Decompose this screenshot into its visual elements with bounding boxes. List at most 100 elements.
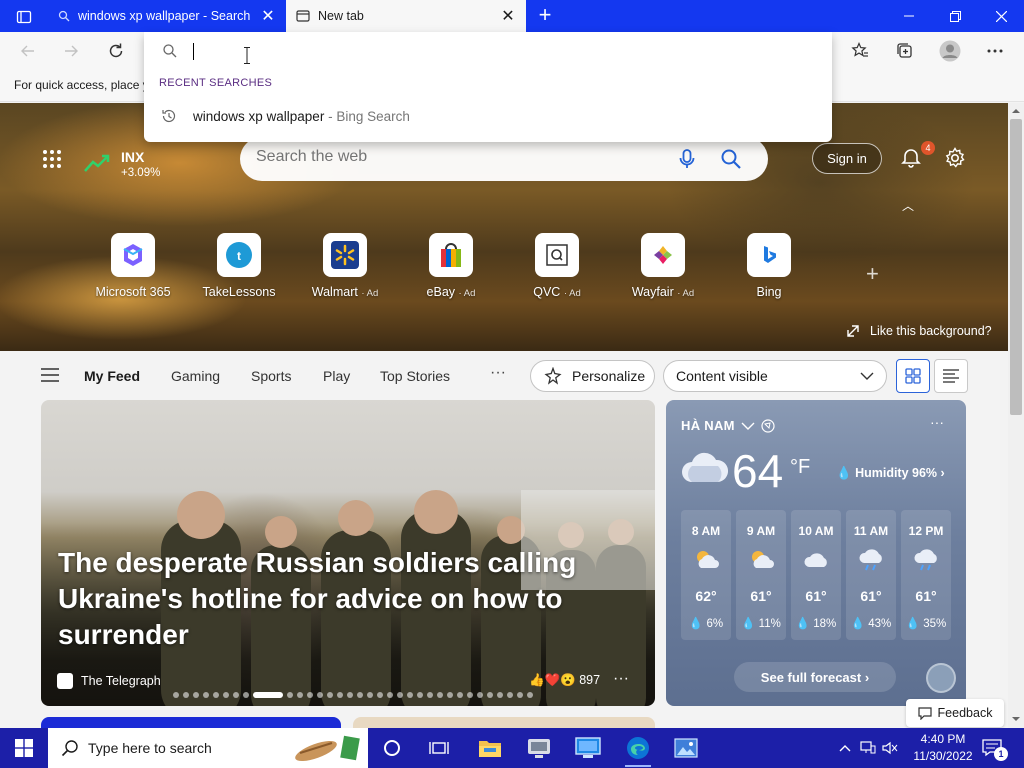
- quick-link-ebay[interactable]: eBay · Ad: [396, 233, 506, 303]
- recent-search-item[interactable]: windows xp wallpaper - Bing Search: [144, 102, 832, 130]
- carousel-dot[interactable]: [357, 692, 363, 698]
- locate-globe-icon[interactable]: [761, 418, 775, 433]
- carousel-dot[interactable]: [507, 692, 513, 698]
- nav-sports[interactable]: Sports: [251, 368, 291, 384]
- carousel-dot[interactable]: [317, 692, 323, 698]
- feedback-button[interactable]: Feedback: [906, 699, 1004, 727]
- notifications-bell-icon[interactable]: [900, 146, 922, 168]
- taskbar-search-box[interactable]: Type here to search: [48, 728, 368, 768]
- see-full-forecast-button[interactable]: See full forecast ›: [734, 662, 896, 692]
- carousel-dot[interactable]: [337, 692, 343, 698]
- show-hidden-icons-chevron-icon[interactable]: [838, 743, 852, 753]
- humidity-link[interactable]: 💧 Humidity 96% ›: [836, 466, 945, 481]
- carousel-dot[interactable]: [203, 692, 209, 698]
- task-view-button[interactable]: [422, 732, 456, 764]
- back-button[interactable]: [15, 39, 41, 63]
- scroll-up-arrow-icon[interactable]: [1008, 105, 1024, 117]
- nav-top-stories[interactable]: Top Stories: [380, 368, 450, 384]
- carousel-dot[interactable]: [497, 692, 503, 698]
- web-search-input[interactable]: [256, 148, 656, 166]
- carousel-dot[interactable]: [427, 692, 433, 698]
- carousel-dot[interactable]: [387, 692, 393, 698]
- start-button[interactable]: [0, 728, 48, 768]
- carousel-dot[interactable]: [213, 692, 219, 698]
- carousel-dot[interactable]: [233, 692, 239, 698]
- file-explorer-button[interactable]: [473, 732, 507, 764]
- carousel-dot[interactable]: [173, 692, 179, 698]
- weather-assistant-avatar[interactable]: [926, 663, 956, 693]
- add-quick-link-icon[interactable]: +: [866, 261, 879, 287]
- quick-link-microsoft-365[interactable]: Microsoft 365: [78, 233, 188, 303]
- story-source[interactable]: The Telegraph: [57, 673, 161, 689]
- story-more-button[interactable]: ···: [613, 670, 629, 688]
- carousel-dot[interactable]: [193, 692, 199, 698]
- carousel-dot[interactable]: [457, 692, 463, 698]
- carousel-dot[interactable]: [287, 692, 293, 698]
- collapse-chevron-up-icon[interactable]: ︿: [902, 197, 914, 214]
- remote-desktop-button[interactable]: [571, 732, 605, 764]
- carousel-dot[interactable]: [307, 692, 313, 698]
- carousel-dot[interactable]: [517, 692, 523, 698]
- hourly-forecast-12pm[interactable]: 12 PM 61° 💧 35%: [901, 510, 951, 640]
- close-window-button[interactable]: [978, 0, 1024, 32]
- carousel-dot[interactable]: [327, 692, 333, 698]
- weather-location[interactable]: HÀ NAM: [681, 418, 775, 433]
- quick-link-bing[interactable]: Bing: [714, 233, 824, 303]
- tab-actions-button[interactable]: [8, 6, 40, 28]
- temperature-unit[interactable]: °F: [790, 456, 810, 479]
- nav-play[interactable]: Play: [323, 368, 350, 384]
- carousel-dot[interactable]: [437, 692, 443, 698]
- weather-more-button[interactable]: ···: [930, 414, 944, 430]
- restore-button[interactable]: [932, 0, 978, 32]
- quick-link-qvc[interactable]: QVC · Ad: [502, 233, 612, 303]
- hamburger-menu-icon[interactable]: [41, 368, 59, 382]
- page-scrollbar[interactable]: [1008, 103, 1024, 728]
- carousel-dot[interactable]: [367, 692, 373, 698]
- page-settings-gear-icon[interactable]: [944, 147, 966, 169]
- app-launcher-icon[interactable]: [42, 149, 62, 169]
- refresh-button[interactable]: [103, 39, 129, 63]
- carousel-dot[interactable]: [447, 692, 453, 698]
- nav-my-feed[interactable]: My Feed: [84, 368, 140, 384]
- weather-card[interactable]: HÀ NAM ··· 64 °F 💧 Humidity 96% › 8 AM 6…: [666, 400, 966, 706]
- list-view-button[interactable]: [934, 359, 968, 393]
- tab-search-results[interactable]: windows xp wallpaper - Search ( ✕: [48, 0, 286, 32]
- carousel-dot[interactable]: [183, 692, 189, 698]
- carousel-dot[interactable]: [377, 692, 383, 698]
- carousel-dot[interactable]: [467, 692, 473, 698]
- nav-gaming[interactable]: Gaming: [171, 368, 220, 384]
- photos-app-button[interactable]: [669, 732, 703, 764]
- carousel-dot[interactable]: [477, 692, 483, 698]
- web-search-box[interactable]: [240, 137, 768, 181]
- forward-button[interactable]: [58, 39, 84, 63]
- scroll-down-arrow-icon[interactable]: [1008, 713, 1024, 725]
- profile-button[interactable]: [937, 39, 963, 63]
- like-background-button[interactable]: Like this background?: [846, 324, 992, 338]
- hourly-forecast-11am[interactable]: 11 AM 61° 💧 43%: [846, 510, 896, 640]
- minimize-button[interactable]: [886, 0, 932, 32]
- taskbar-clock[interactable]: 4:40 PM 11/30/2022: [910, 731, 976, 765]
- close-tab-icon[interactable]: ✕: [260, 8, 276, 25]
- new-tab-button[interactable]: +: [534, 4, 556, 27]
- microphone-icon[interactable]: [676, 148, 698, 170]
- carousel-dot[interactable]: [527, 692, 533, 698]
- search-submit-icon[interactable]: [720, 148, 742, 170]
- hourly-forecast-9am[interactable]: 9 AM 61° 💧 11%: [736, 510, 786, 640]
- system-app-button[interactable]: [522, 732, 556, 764]
- story-reactions[interactable]: 👍❤️😮 897: [529, 673, 600, 688]
- tab-new-tab[interactable]: New tab ✕: [286, 0, 526, 32]
- quick-link-takelessons[interactable]: t TakeLessons: [184, 233, 294, 303]
- carousel-dot[interactable]: [417, 692, 423, 698]
- carousel-dot-current[interactable]: [253, 692, 283, 698]
- edge-browser-button[interactable]: [621, 732, 655, 767]
- cortana-button[interactable]: [375, 732, 409, 764]
- action-center-button[interactable]: 1: [982, 728, 1008, 768]
- sign-in-button[interactable]: Sign in: [812, 143, 882, 174]
- content-visibility-dropdown[interactable]: Content visible: [663, 360, 887, 392]
- close-tab-icon[interactable]: ✕: [500, 8, 516, 25]
- grid-view-button[interactable]: [896, 359, 930, 393]
- carousel-dot[interactable]: [223, 692, 229, 698]
- story-headline[interactable]: The desperate Russian soldiers calling U…: [58, 545, 578, 653]
- scrollbar-thumb[interactable]: [1010, 119, 1022, 415]
- settings-more-button[interactable]: [982, 39, 1008, 63]
